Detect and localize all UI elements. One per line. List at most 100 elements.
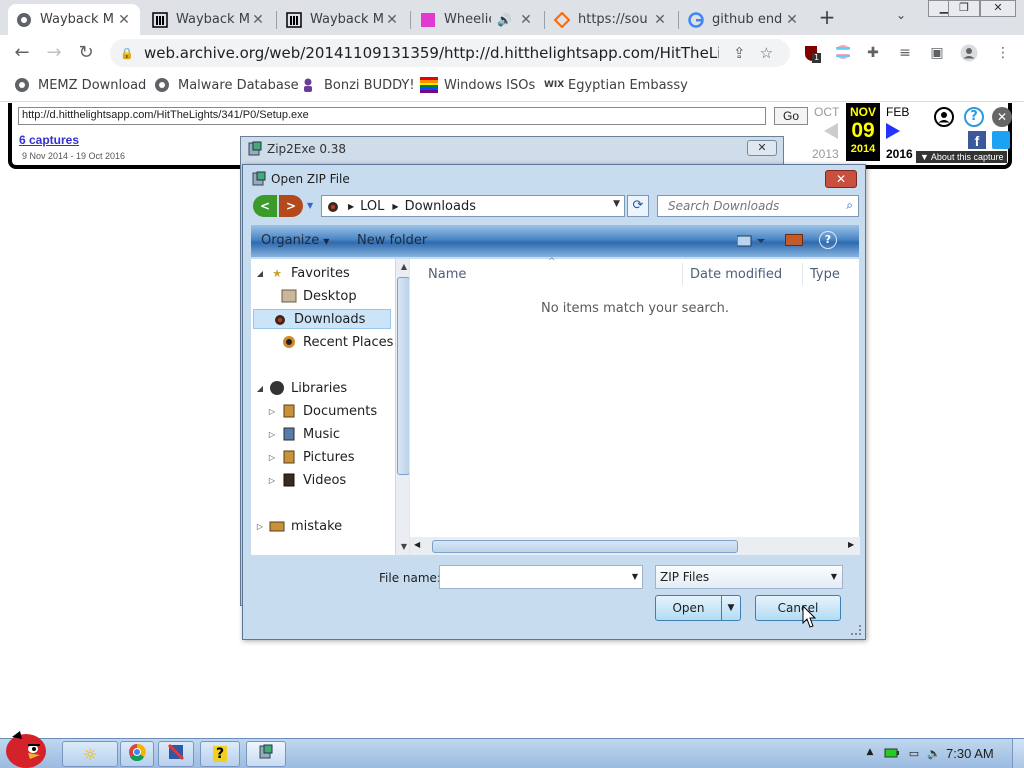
tree-favorites[interactable]: ◢ ★ Favorites (255, 263, 350, 283)
forward-icon[interactable]: → (42, 41, 66, 65)
about-this-capture-link[interactable]: ▼ About this capture (916, 151, 1008, 163)
view-options-icon[interactable] (736, 234, 767, 248)
expand-icon[interactable]: ▷ (255, 522, 265, 531)
bookmark-memz[interactable]: MEMZ Download (14, 77, 146, 93)
tab-sourceforge[interactable]: https://sou ✕ (546, 4, 676, 35)
reload-icon[interactable]: ↻ (74, 41, 98, 65)
network-icon[interactable]: ▭ (906, 747, 922, 761)
share-icon[interactable]: ⇪ (733, 44, 746, 62)
cancel-button[interactable]: Cancel (755, 595, 841, 621)
breadcrumb[interactable]: ▶ LOL ▶ Downloads ▼ (321, 195, 625, 217)
column-type[interactable]: Type (810, 267, 840, 282)
organize-button[interactable]: Organize ▼ (261, 233, 329, 248)
wayback-next-arrow-icon[interactable] (886, 123, 900, 139)
tree-recent-places[interactable]: Recent Places (267, 332, 393, 352)
tab-close-icon[interactable]: ✕ (250, 12, 266, 28)
show-hidden-icons-icon[interactable]: ▲ (862, 747, 878, 761)
resize-grip-icon[interactable] (851, 625, 861, 635)
column-divider[interactable] (682, 263, 683, 285)
expand-icon[interactable]: ▷ (267, 453, 277, 462)
taskbar-zip2exe[interactable] (246, 741, 286, 767)
taskbar-help[interactable]: ? (200, 741, 240, 767)
lock-icon[interactable]: 🔒 (120, 47, 136, 60)
bookmark-malware-database[interactable]: Malware Database (154, 77, 299, 93)
tree-desktop[interactable]: Desktop (267, 286, 357, 306)
scrollbar-thumb[interactable] (432, 540, 738, 553)
wayback-next-year[interactable]: 2016 (886, 147, 913, 161)
tree-documents[interactable]: ▷ Documents (267, 401, 377, 421)
expand-icon[interactable]: ▷ (267, 476, 277, 485)
column-name[interactable]: Name (428, 267, 466, 282)
new-folder-button[interactable]: New folder (357, 233, 427, 248)
scroll-right-icon[interactable]: ▶ (848, 540, 854, 549)
open-options-icon[interactable]: ▼ (722, 596, 740, 620)
recent-pages-icon[interactable]: ▼ (307, 201, 313, 210)
taskbar-explorer[interactable]: ☼ (62, 741, 118, 767)
start-button-angry-bird-icon[interactable] (0, 727, 54, 768)
new-tab-button[interactable]: + (816, 6, 838, 28)
chevron-down-icon[interactable]: ▼ (613, 199, 620, 209)
taskbar-clock[interactable]: 7:30 AM (946, 746, 994, 761)
scroll-left-icon[interactable]: ◀ (414, 540, 420, 549)
battery-icon[interactable] (884, 747, 900, 761)
flag-extension-icon[interactable] (834, 44, 852, 62)
collapse-icon[interactable]: ◢ (255, 269, 265, 278)
file-name-input[interactable] (443, 567, 623, 587)
dialog-close-button[interactable]: ✕ (825, 170, 857, 188)
tab-close-icon[interactable]: ✕ (518, 12, 534, 28)
taskbar-nsis[interactable] (158, 741, 194, 767)
back-arrow-icon[interactable]: < (253, 195, 277, 217)
wayback-next-month[interactable]: FEB (886, 105, 909, 119)
tree-videos[interactable]: ▷ Videos (267, 470, 346, 490)
breadcrumb-downloads[interactable]: Downloads (405, 199, 476, 214)
search-input[interactable] (668, 199, 838, 213)
tree-music[interactable]: ▷ Music (267, 424, 340, 444)
tab-close-icon[interactable]: ✕ (652, 12, 668, 28)
file-type-select[interactable]: ZIP Files ▼ (655, 565, 843, 589)
bookmark-bonzi-buddy[interactable]: Bonzi BUDDY! (300, 77, 415, 93)
search-icon[interactable]: ⌕ (846, 198, 853, 213)
file-name-field[interactable]: ▼ (439, 565, 643, 589)
wayback-close-icon[interactable]: ✕ (992, 107, 1012, 127)
restore-button[interactable]: ❐ (948, 0, 980, 17)
address-bar[interactable]: 🔒 web.archive.org/web/20141109131359/htt… (110, 39, 790, 67)
twitter-icon[interactable] (992, 131, 1010, 149)
tab-close-icon[interactable]: ✕ (116, 12, 132, 28)
file-list-scrollbar[interactable]: ◀ ▶ (410, 537, 860, 555)
column-divider[interactable] (802, 263, 803, 285)
wayback-prev-arrow-icon[interactable] (824, 123, 838, 139)
forward-arrow-icon[interactable]: > (279, 195, 303, 217)
facebook-icon[interactable]: f (968, 131, 986, 149)
tree-downloads[interactable]: Downloads (253, 309, 391, 329)
ublock-icon[interactable]: 1 (802, 44, 822, 63)
tab-wheelie[interactable]: Wheelie 🔊 ✕ (412, 4, 542, 35)
tab-github[interactable]: github end ✕ (680, 4, 808, 35)
expand-icon[interactable]: ▷ (267, 430, 277, 439)
wayback-go-button[interactable]: Go (774, 107, 808, 125)
tab-wayback-3[interactable]: Wayback M ✕ (278, 4, 408, 35)
media-queue-icon[interactable]: ≡ (896, 44, 914, 62)
refresh-icon[interactable]: ⟳ (627, 195, 649, 217)
search-box[interactable]: ⌕ (657, 195, 859, 217)
profile-icon[interactable] (960, 44, 978, 62)
speaker-icon[interactable]: 🔊 (497, 13, 512, 27)
preview-pane-icon[interactable] (785, 234, 803, 246)
open-label[interactable]: Open (656, 596, 722, 620)
close-window-button[interactable]: ✕ (980, 0, 1016, 17)
wayback-captures-link[interactable]: 6 captures (19, 133, 79, 147)
bookmark-egyptian-embassy[interactable]: WIX Egyptian Embassy (544, 77, 688, 93)
wayback-prev-month[interactable]: OCT (814, 105, 839, 119)
address-url[interactable]: web.archive.org/web/20141109131359/http:… (144, 44, 719, 62)
tree-pictures[interactable]: ▷ Pictures (267, 447, 355, 467)
breadcrumb-separator-icon[interactable]: ▶ (392, 202, 398, 211)
breadcrumb-lol[interactable]: LOL (360, 199, 384, 214)
wayback-url-input[interactable]: http://d.hitthelightsapp.com/HitTheLight… (18, 107, 766, 125)
collapse-icon[interactable]: ◢ (255, 384, 265, 393)
help-icon[interactable]: ? (964, 107, 984, 127)
side-panel-icon[interactable]: ▣ (928, 44, 946, 62)
open-button[interactable]: Open ▼ (655, 595, 741, 621)
bookmark-windows-isos[interactable]: Windows ISOs (420, 77, 535, 93)
volume-icon[interactable]: 🔈 (926, 747, 942, 761)
bookmark-star-icon[interactable]: ☆ (760, 44, 773, 62)
back-icon[interactable]: ← (10, 41, 34, 65)
